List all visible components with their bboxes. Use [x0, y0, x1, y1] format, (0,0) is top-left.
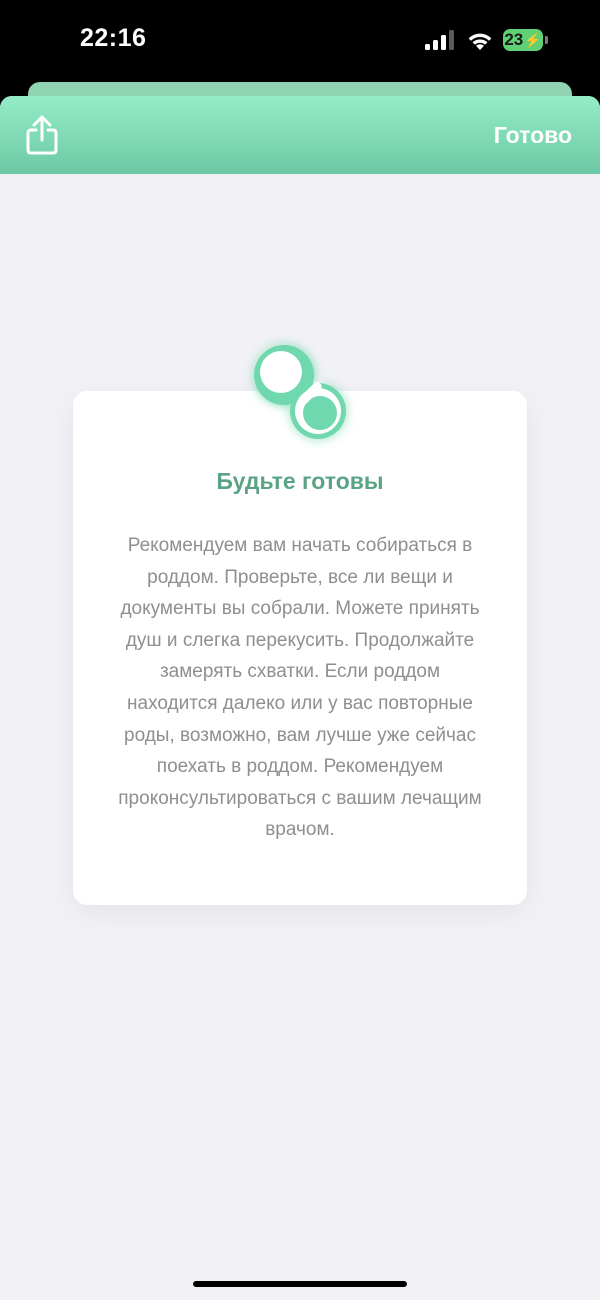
modal-sheet: Готово Будьте готовы Рекомендуем вам нач… [0, 96, 600, 1300]
battery-level: 23 [504, 30, 524, 49]
wifi-icon [468, 33, 492, 50]
home-indicator[interactable] [193, 1281, 407, 1287]
share-icon [26, 115, 58, 155]
status-time: 22:16 [80, 24, 147, 52]
cellular-signal-icon [425, 30, 457, 50]
bolt-icon: ⚡ [524, 31, 542, 48]
info-card: Будьте готовы Рекомендуем вам начать соб… [73, 391, 527, 905]
status-bar: 22:16 23 ⚡ [0, 0, 600, 84]
share-button[interactable] [22, 114, 62, 156]
pacifier-icon [254, 345, 346, 439]
card-body-text: Рекомендуем вам начать собираться в родд… [118, 535, 482, 841]
battery-indicator: 23 ⚡ [503, 29, 549, 51]
sheet-header: Готово [0, 96, 600, 174]
card-title: Будьте готовы [216, 468, 384, 494]
done-button[interactable]: Готово [494, 122, 572, 149]
battery-cap [545, 36, 548, 44]
battery-body: 23 ⚡ [503, 29, 543, 51]
